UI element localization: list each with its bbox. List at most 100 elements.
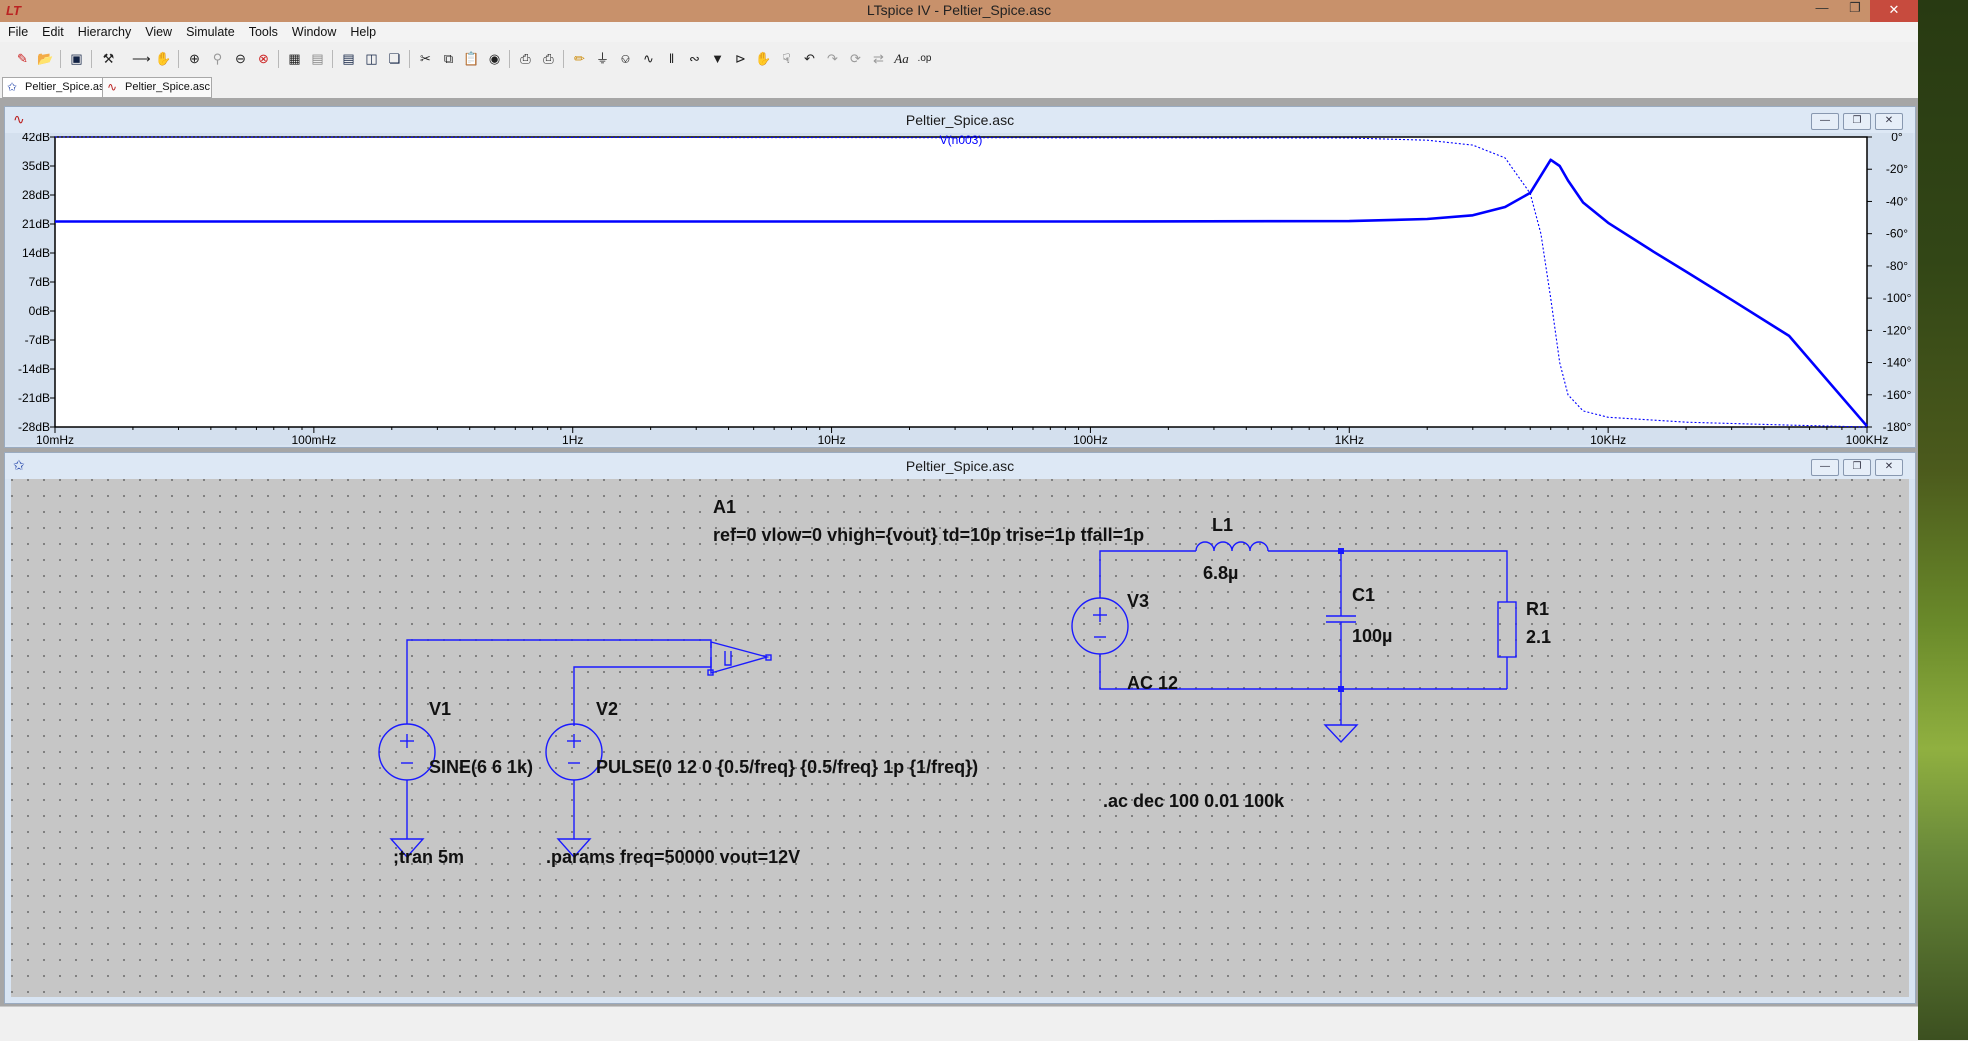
minimize-icon[interactable]: — (1812, 0, 1832, 20)
v1-ref[interactable]: V1 (429, 699, 451, 719)
junction-dot (1338, 548, 1344, 554)
schematic-window-titlebar: ✩ Peltier_Spice.asc — ❐ ✕ (5, 453, 1915, 479)
status-bar (0, 1006, 1918, 1041)
menu-hierarchy[interactable]: Hierarchy (70, 22, 138, 39)
cut-icon[interactable]: ✂ (417, 50, 434, 67)
l1-value[interactable]: 6.8µ (1203, 563, 1238, 583)
l1-ref[interactable]: L1 (1212, 515, 1233, 535)
y-right-tick-label: -60° (1886, 227, 1908, 241)
tab-waveform[interactable]: ∿ Peltier_Spice.asc (102, 77, 212, 98)
pan-icon[interactable]: ⚲ (209, 50, 226, 67)
v3-value[interactable]: AC 12 (1127, 673, 1178, 693)
label-net-icon[interactable]: ⎉ (617, 50, 634, 67)
mdi-workspace: ∿ Peltier_Spice.asc — ❐ ✕ V(n003) 10mHz 1… (0, 98, 1918, 1006)
toolbar: ✎ 📂 ▣ ⚒ ⟶ ✋ ⊕ ⚲ ⊖ ⊗ ▦ ▤ ▤ ◫ ❏ ✂ ⧉ 📋 ◉ ⎙ … (0, 42, 1918, 77)
y-left-tick-label: 21dB (22, 217, 50, 231)
control-panel-icon[interactable]: ⚒ (100, 50, 117, 67)
minimize-icon[interactable]: — (1811, 113, 1839, 130)
restore-icon[interactable]: ❐ (1843, 459, 1871, 476)
autorange-icon[interactable]: ▦ (286, 50, 303, 67)
zoom-fit-icon[interactable]: ⊗ (255, 50, 272, 67)
ground-icon[interactable]: ⏚ (594, 50, 611, 67)
run-icon[interactable]: ⟶ (132, 50, 151, 67)
waveform-icon: ∿ (107, 80, 118, 94)
r1-value[interactable]: 2.1 (1526, 627, 1551, 647)
document-tabs: ✩ Peltier_Spice.asc ∿ Peltier_Spice.asc (0, 76, 1918, 98)
waveform-window-title: Peltier_Spice.asc (905, 112, 1015, 128)
schematic-canvas[interactable]: A1 ref=0 vlow=0 vhigh={vout} td=10p tris… (11, 479, 1909, 997)
x-tick-label: 1Hz (562, 433, 583, 445)
x-tick-label: 100mHz (292, 433, 337, 445)
close-icon[interactable]: ✕ (1875, 113, 1903, 130)
y-left-tick-label: 35dB (22, 159, 50, 173)
a1-value[interactable]: ref=0 vlow=0 vhigh={vout} td=10p trise=1… (713, 525, 1144, 545)
y-right-tick-label: -180° (1883, 420, 1912, 434)
menu-window[interactable]: Window (284, 22, 342, 39)
tab-label: Peltier_Spice.asc (125, 81, 210, 93)
mirror-icon[interactable]: ⇄ (870, 50, 887, 67)
zoom-out-icon[interactable]: ⊖ (232, 50, 249, 67)
paste-icon[interactable]: 📋 (463, 50, 480, 67)
spice-directive-icon[interactable]: .op (916, 50, 933, 67)
close-icon[interactable]: ✕ (1875, 459, 1903, 476)
print-icon[interactable]: ⎙ (540, 50, 557, 67)
y-right-tick-label: -160° (1883, 388, 1912, 402)
y-right-tick-label: 0° (1891, 133, 1903, 144)
cascade-icon[interactable]: ❏ (386, 50, 403, 67)
tile-horizontal-icon[interactable]: ▤ (340, 50, 357, 67)
inductor-icon[interactable]: ∾ (686, 50, 703, 67)
zoom-in-icon[interactable]: ⊕ (186, 50, 203, 67)
plot-area[interactable] (54, 136, 1868, 428)
move-icon[interactable]: ✋ (755, 50, 772, 67)
x-tick-label: 100KHz (1846, 433, 1889, 445)
y-left-tick-label: 28dB (22, 188, 50, 202)
minimize-icon[interactable]: — (1811, 459, 1839, 476)
y-left-tick-label: -14dB (18, 362, 50, 376)
v1-value[interactable]: SINE(6 6 1k) (429, 757, 533, 777)
find-icon[interactable]: ◉ (486, 50, 503, 67)
menu-help[interactable]: Help (342, 22, 382, 39)
ac-directive[interactable]: .ac dec 100 0.01 100k (1103, 791, 1285, 811)
diode-icon[interactable]: ▼ (709, 50, 726, 67)
menu-file[interactable]: File (0, 22, 34, 39)
open-folder-icon[interactable]: 📂 (37, 50, 54, 67)
drag-icon[interactable]: ☟ (778, 50, 795, 67)
wire-icon[interactable]: ✏ (571, 50, 588, 67)
new-schematic-icon[interactable]: ✎ (14, 50, 31, 67)
close-icon[interactable]: ✕ (1870, 0, 1918, 22)
print-setup-icon[interactable]: ⎙ (517, 50, 534, 67)
menu-simulate[interactable]: Simulate (178, 22, 241, 39)
undo-icon[interactable]: ↶ (801, 50, 818, 67)
c1-ref[interactable]: C1 (1352, 585, 1375, 605)
y-left-tick-label: -21dB (18, 391, 50, 405)
tile-vertical-icon[interactable]: ◫ (363, 50, 380, 67)
restore-icon[interactable]: ❐ (1843, 113, 1871, 130)
a1-ref[interactable]: A1 (713, 497, 736, 517)
v2-ref[interactable]: V2 (596, 699, 618, 719)
restore-icon[interactable]: ❐ (1845, 0, 1865, 20)
halt-icon[interactable]: ✋ (155, 50, 172, 67)
menu-view[interactable]: View (137, 22, 178, 39)
capacitor-icon[interactable]: ‖ (663, 50, 680, 67)
menu-edit[interactable]: Edit (34, 22, 70, 39)
tran-directive[interactable]: ;tran 5m (393, 847, 464, 867)
trace-label[interactable]: V(n003) (940, 133, 983, 147)
redo-icon[interactable]: ↷ (824, 50, 841, 67)
resistor-icon[interactable]: ∿ (640, 50, 657, 67)
copy-icon[interactable]: ⧉ (440, 50, 457, 67)
waveform-window: ∿ Peltier_Spice.asc — ❐ ✕ V(n003) 10mHz 1… (4, 106, 1916, 448)
junction-dot (1338, 686, 1344, 692)
text-icon[interactable]: Aa (893, 50, 910, 67)
schematic-icon: ✩ (7, 80, 18, 94)
c1-value[interactable]: 100µ (1352, 626, 1392, 646)
rotate-icon[interactable]: ⟳ (847, 50, 864, 67)
v3-ref[interactable]: V3 (1127, 591, 1149, 611)
bode-plot[interactable]: V(n003) 10mHz 100mHz 1Hz 10Hz 100Hz 1KHz 10KHz… (5, 133, 1913, 445)
v2-value[interactable]: PULSE(0 12 0 {0.5/freq} {0.5/freq} 1p {1… (596, 757, 978, 777)
params-directive[interactable]: .params freq=50000 vout=12V (546, 847, 800, 867)
r1-ref[interactable]: R1 (1526, 599, 1549, 619)
menu-tools[interactable]: Tools (241, 22, 284, 39)
component-icon[interactable]: ⊳ (732, 50, 749, 67)
waveform-settings-icon[interactable]: ▤ (309, 50, 326, 67)
save-icon[interactable]: ▣ (68, 50, 85, 67)
